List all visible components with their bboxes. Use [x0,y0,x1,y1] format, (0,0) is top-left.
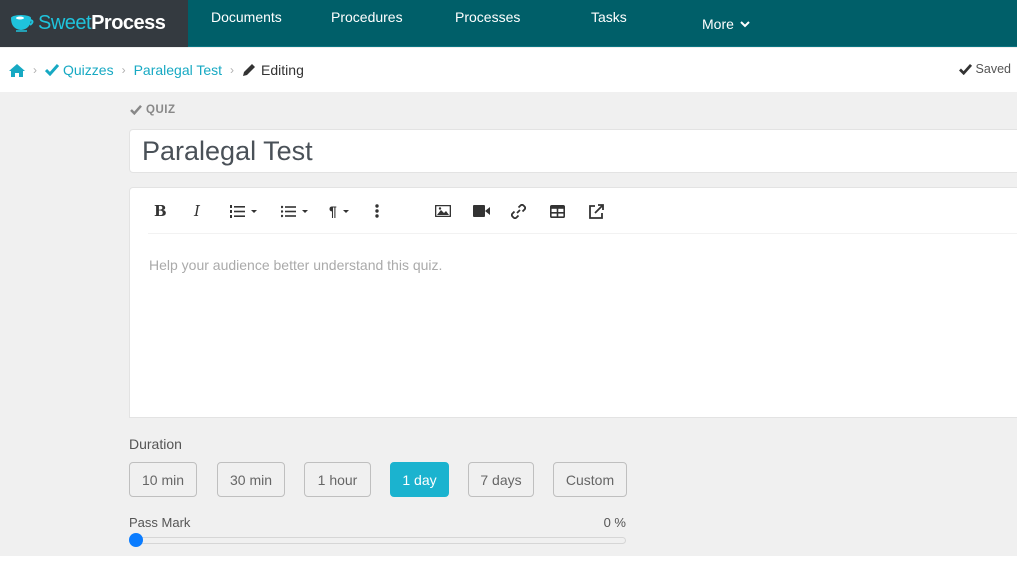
pass-mark-label: Pass Mark [129,515,191,530]
coffee-cup-icon [11,15,34,32]
page-bottom-edge [0,556,1017,564]
breadcrumb-current: Editing [242,62,304,78]
nav-processes[interactable]: Processes [455,0,520,47]
quiz-title-input[interactable] [129,129,1017,173]
duration-option-7-days[interactable]: 7 days [468,462,534,497]
image-icon [435,205,451,217]
pass-mark-value: 0 % [603,515,626,530]
check-icon [45,64,59,76]
home-icon [9,63,25,77]
breadcrumb-paralegal-test[interactable]: Paralegal Test [134,62,222,78]
pencil-icon [243,64,256,76]
external-link-icon [589,203,604,219]
editor-placeholder[interactable]: Help your audience better understand thi… [149,257,442,273]
nav-procedures[interactable]: Procedures [331,0,403,47]
dropdown-caret-icon [251,209,257,213]
nav-tasks[interactable]: Tasks [591,0,627,47]
open-external-button[interactable] [589,201,604,221]
pass-mark-slider-track[interactable] [131,537,626,544]
duration-option-custom[interactable]: Custom [553,462,627,497]
section-label-text: QUIZ [146,104,176,116]
chevron-down-icon [740,20,750,27]
video-icon [473,205,490,217]
section-label: QUIZ [130,104,175,116]
duration-option-30-min[interactable]: 30 min [217,462,285,497]
more-vertical-icon [375,204,379,218]
brand-name-process: Process [91,11,166,34]
duration-option-10-min[interactable]: 10 min [129,462,197,497]
nav-more-label: More [702,15,734,32]
breadcrumb-home[interactable] [9,63,25,77]
save-status-label: Saved [975,62,1011,76]
app-viewport: Sweet Process Documents Procedures Proces… [0,0,1017,564]
paragraph-icon: ¶ [329,203,337,219]
ordered-list-button[interactable] [230,201,257,221]
description-editor: B I ¶ Help your audience better understa… [129,187,1017,418]
dropdown-caret-icon [342,209,349,213]
save-status: Saved [958,62,1011,76]
bold-button[interactable]: B [154,201,167,221]
pass-mark-slider-thumb[interactable] [129,533,143,547]
duration-option-1-hour[interactable]: 1 hour [304,462,371,497]
ordered-list-icon [230,204,245,218]
breadcrumb-quizzes[interactable]: Quizzes [45,62,114,78]
link-icon [511,203,526,219]
breadcrumb-current-label: Editing [261,62,304,78]
breadcrumb-separator: › [33,63,37,77]
unordered-list-button[interactable] [281,201,308,221]
table-icon [550,204,565,218]
unordered-list-icon [281,205,296,217]
breadcrumb-separator: › [230,63,235,77]
duration-option-1-day[interactable]: 1 day [390,462,449,497]
italic-button[interactable]: I [194,201,200,221]
check-icon [958,63,972,75]
top-nav: Sweet Process Documents Procedures Proces… [0,0,1017,47]
nav-documents[interactable]: Documents [211,0,282,47]
insert-table-button[interactable] [550,201,565,221]
breadcrumb-separator: › [121,63,126,77]
brand-logo[interactable]: Sweet Process [0,0,188,47]
insert-video-button[interactable] [473,201,490,221]
more-options-button[interactable] [375,201,379,221]
editor-toolbar: B I ¶ [148,188,1017,234]
nav-more[interactable]: More [702,0,750,47]
insert-image-button[interactable] [435,201,451,221]
breadcrumb-quizzes-label: Quizzes [63,62,114,78]
duration-label: Duration [129,436,182,452]
breadcrumb: › Quizzes › Paralegal Test › Editing Sav… [0,48,1017,92]
insert-link-button[interactable] [511,201,526,221]
brand-name-sweet: Sweet [38,11,92,34]
paragraph-button[interactable]: ¶ [329,201,349,221]
dropdown-caret-icon [302,209,308,213]
check-icon [130,105,142,115]
